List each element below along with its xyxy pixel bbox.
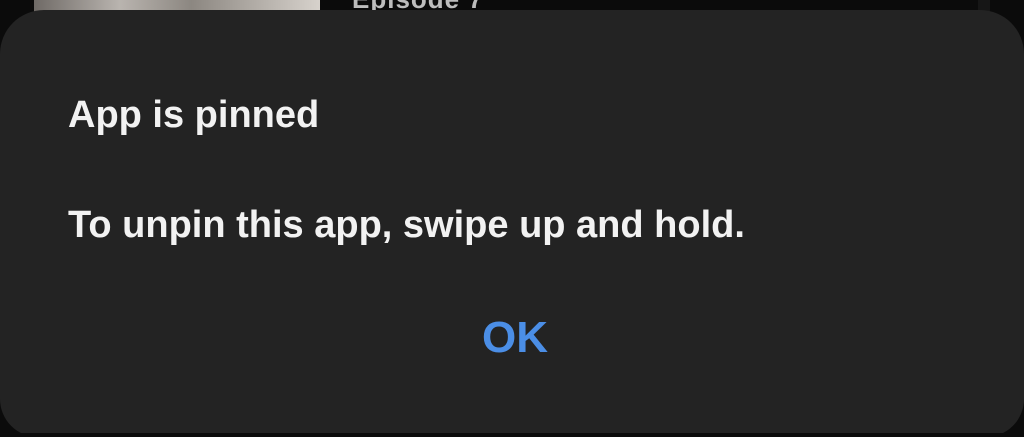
dialog-message: To unpin this app, swipe up and hold.	[68, 204, 745, 246]
screen: Episode 7 App is pinned To unpin this ap…	[0, 0, 1024, 437]
background-bottom-strip	[0, 433, 1024, 437]
dialog-title: App is pinned	[68, 94, 320, 136]
ok-button[interactable]: OK	[430, 296, 600, 380]
app-pinned-dialog: App is pinned To unpin this app, swipe u…	[0, 10, 1024, 437]
